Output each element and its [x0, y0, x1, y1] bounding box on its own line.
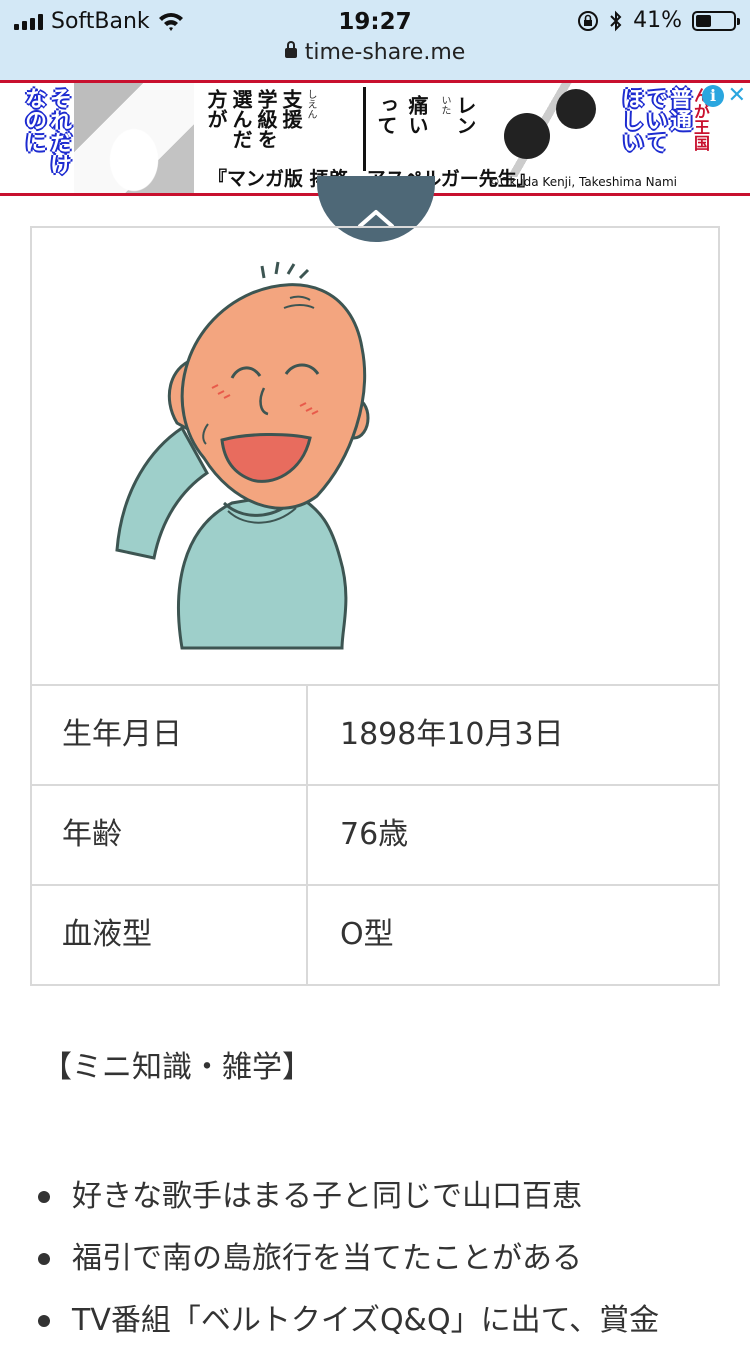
- ad-text-column: 方が: [204, 89, 228, 129]
- ad-divider: [363, 87, 366, 171]
- ad-credit: ©Okuda Kenji, Takeshima Nami: [488, 175, 677, 189]
- profile-label: 生年月日: [32, 686, 308, 784]
- profile-value: 76歳: [340, 817, 409, 852]
- lock-icon: [284, 41, 297, 58]
- list-item: 好きな歌手はまる子と同じで山口百恵: [30, 1166, 730, 1228]
- ad-text-column: それだけ: [46, 87, 72, 175]
- url-bar[interactable]: time-share.me: [0, 40, 750, 65]
- profile-value: 1898年10月3日: [340, 717, 564, 752]
- status-bar: SoftBank 19:27 41% time-share.me: [0, 0, 750, 80]
- ad-text-column: レン: [453, 95, 477, 135]
- ad-text-column: なのに: [21, 87, 47, 153]
- profile-label: 血液型: [32, 886, 308, 986]
- ad-illustration-face: [74, 83, 194, 193]
- character-illustration: [115, 261, 370, 650]
- profile-row-birthday: 生年月日 1898年10月3日: [32, 686, 718, 786]
- ad-text-column: 支援: [279, 89, 303, 129]
- ad-text-column: 痛い: [405, 95, 429, 135]
- list-item: 福引で南の島旅行を当てたことがある: [30, 1228, 730, 1290]
- ad-middle-text: しえん 支援 学級を 選んだ 方が: [204, 89, 318, 171]
- url-text: time-share.me: [304, 40, 466, 65]
- ad-left-text: それだけ なのに: [4, 87, 72, 191]
- ad-ruby: しえん: [305, 89, 316, 119]
- ad-text-column: って: [374, 95, 398, 135]
- character-image-cell: [32, 228, 718, 686]
- battery-icon: [692, 10, 740, 31]
- profile-label: 年齢: [32, 786, 308, 884]
- ad-info-icon[interactable]: i: [702, 85, 724, 107]
- ad-middle2-text: レン いた 痛い って: [374, 95, 477, 173]
- orientation-lock-icon: [578, 10, 599, 31]
- trivia-heading: 【ミニ知識・雑学】: [42, 1050, 312, 1085]
- battery-percent: 41%: [633, 8, 682, 33]
- ad-text-column: 選んだ: [229, 89, 253, 149]
- ad-illustration-scene: [484, 83, 624, 177]
- profile-row-blood-type: 血液型 O型: [32, 886, 718, 986]
- ad-close-icon[interactable]: ✕: [728, 83, 746, 108]
- trivia-list: 好きな歌手はまる子と同じで山口百恵 福引で南の島旅行を当てたことがある TV番組…: [30, 1166, 730, 1352]
- ad-ruby: いた: [439, 95, 450, 115]
- profile-table: 生年月日 1898年10月3日 年齢 76歳 血液型 O型: [30, 226, 720, 986]
- status-indicators: 41%: [577, 8, 740, 33]
- list-item: TV番組「ベルトクイズQ&Q」に出て、賞金: [30, 1290, 730, 1352]
- profile-row-age: 年齢 76歳: [32, 786, 718, 886]
- ad-text-column: 学級を: [254, 89, 278, 149]
- bluetooth-icon: [610, 10, 622, 31]
- profile-value: O型: [340, 917, 394, 952]
